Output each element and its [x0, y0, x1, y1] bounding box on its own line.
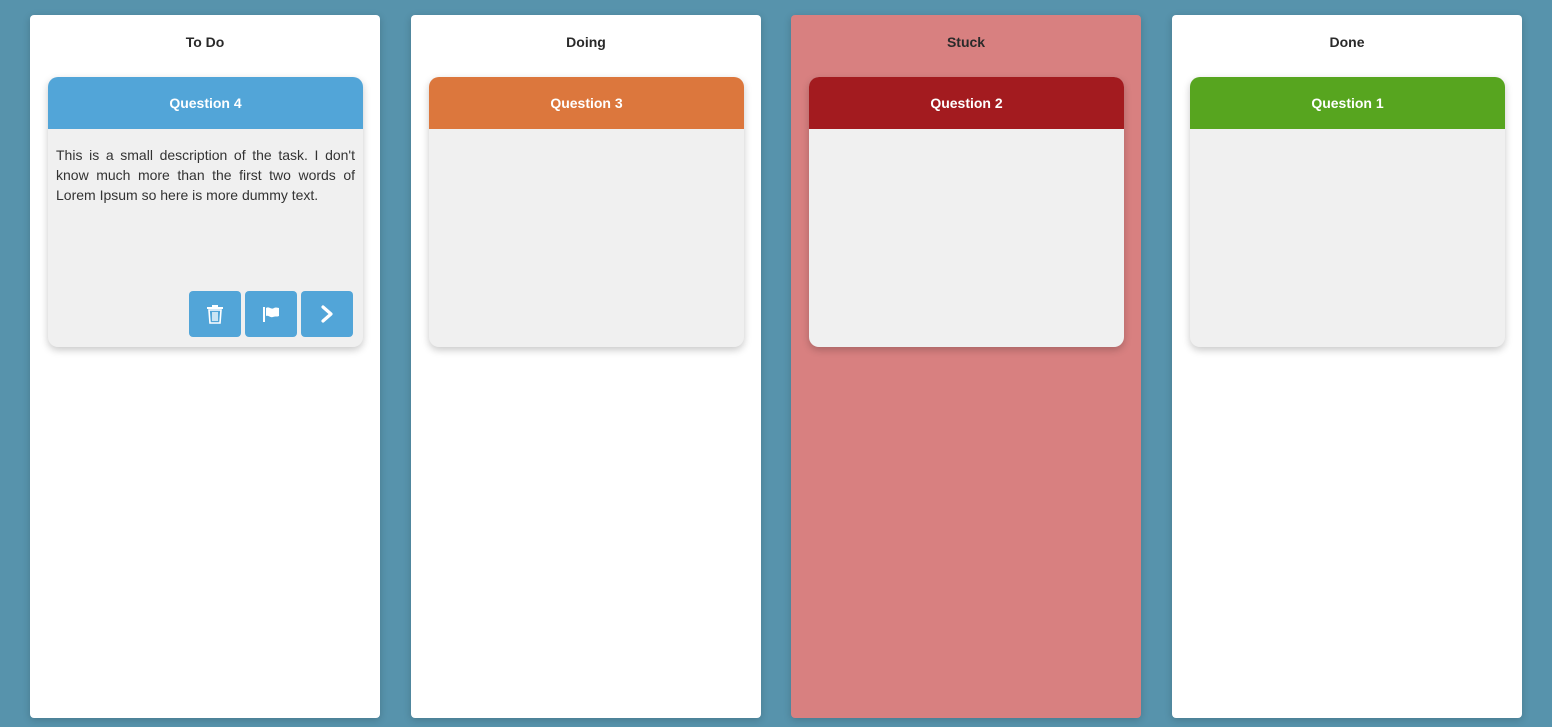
task-card-question-3[interactable]: Question 3	[429, 77, 744, 347]
card-title: Question 2	[809, 77, 1124, 129]
task-card-question-4[interactable]: Question 4 This is a small description o…	[48, 77, 363, 347]
card-title: Question 3	[429, 77, 744, 129]
column-done: Done Question 1	[1172, 15, 1522, 718]
flag-button[interactable]	[245, 291, 297, 337]
card-actions	[189, 291, 353, 337]
trash-icon	[206, 304, 224, 324]
column-title: To Do	[185, 34, 225, 50]
column-title: Done	[1329, 34, 1365, 50]
task-card-question-1[interactable]: Question 1	[1190, 77, 1505, 347]
flag-icon	[262, 305, 280, 323]
chevron-right-icon	[320, 305, 334, 323]
delete-button[interactable]	[189, 291, 241, 337]
move-next-button[interactable]	[301, 291, 353, 337]
column-title: Stuck	[946, 34, 986, 50]
card-description: This is a small description of the task.…	[56, 147, 355, 203]
column-stuck: Stuck Question 2	[791, 15, 1141, 718]
task-card-question-2[interactable]: Question 2	[809, 77, 1124, 347]
card-title: Question 1	[1190, 77, 1505, 129]
card-title: Question 4	[48, 77, 363, 129]
column-to-do: To Do Question 4 This is a small descrip…	[30, 15, 380, 718]
column-title: Doing	[566, 34, 606, 50]
column-doing: Doing Question 3	[411, 15, 761, 718]
